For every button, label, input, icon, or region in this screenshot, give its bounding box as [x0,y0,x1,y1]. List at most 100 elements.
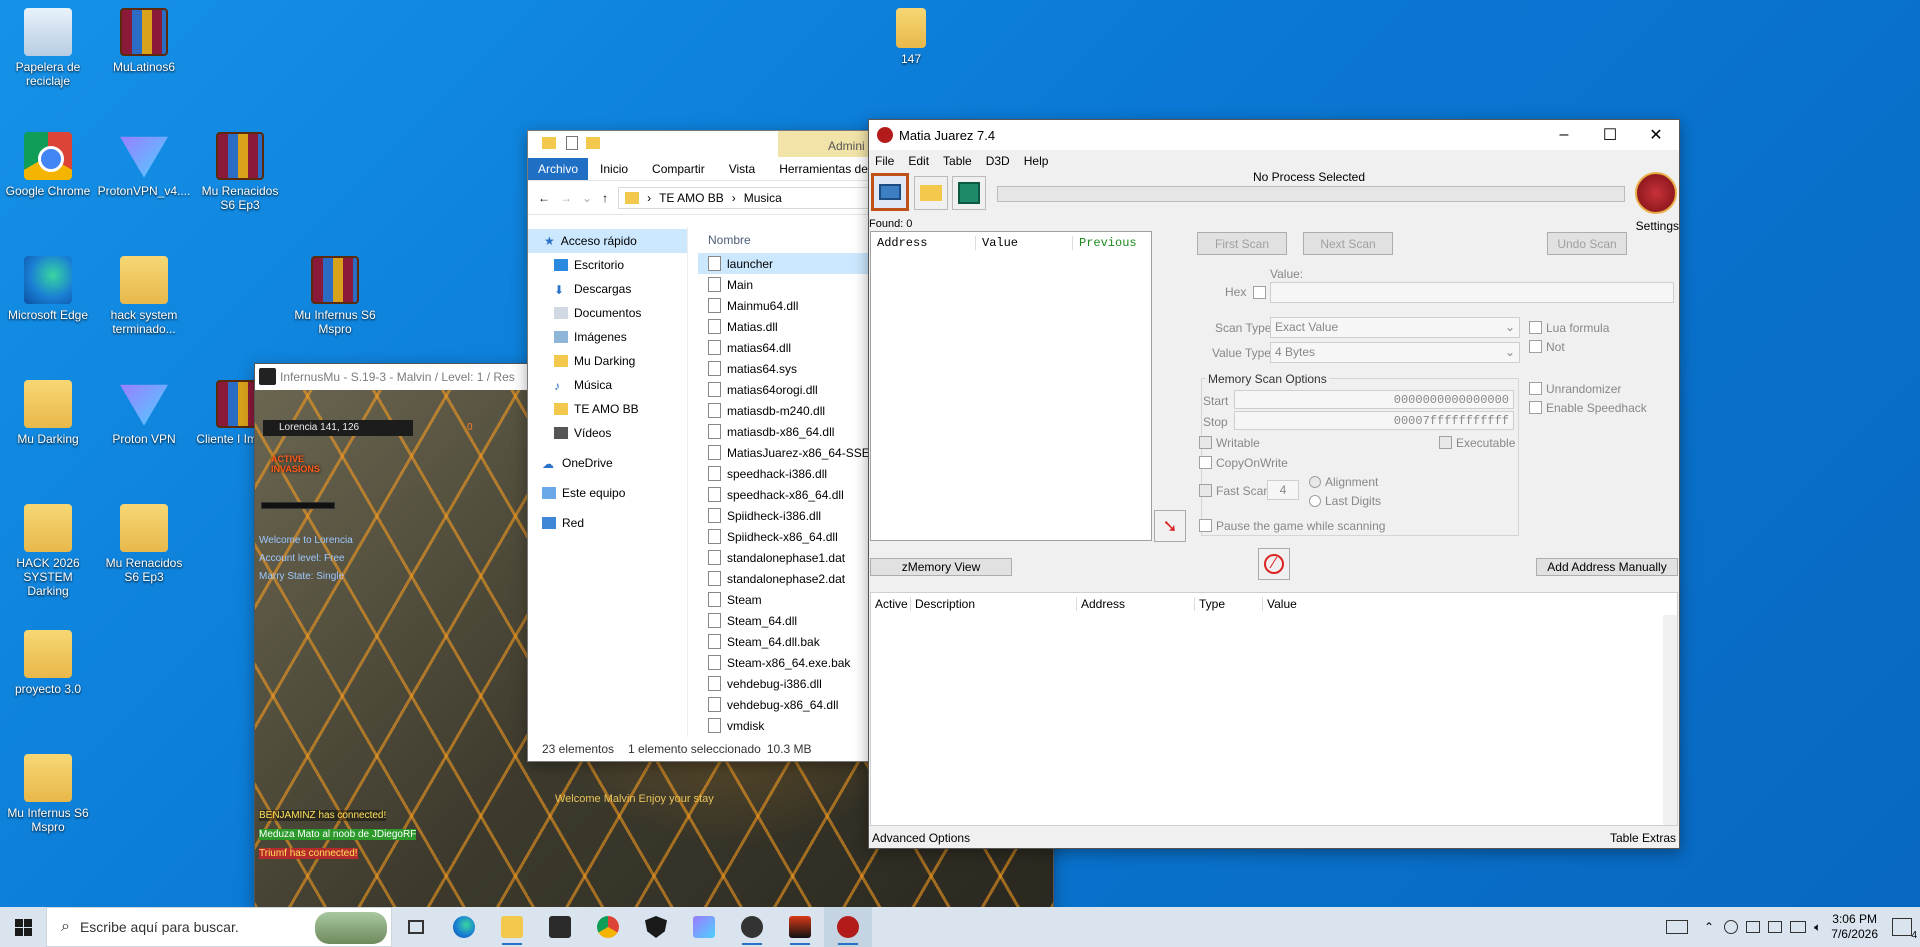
start-button[interactable] [0,907,46,947]
back-arrow-icon[interactable]: ← [538,191,550,205]
table-header-value[interactable]: Value [1263,597,1297,611]
volume-icon[interactable]: 🔈︎ [1814,920,1821,935]
taskbar-protonvpn[interactable] [680,907,728,947]
nav-item-musica[interactable]: ♪ Música [528,373,687,397]
fast-scan-checkbox[interactable] [1199,484,1212,497]
keyboard-icon[interactable] [1666,920,1689,934]
taskbar-mail[interactable] [536,907,584,947]
file-row[interactable]: speedhack-i386.dll [698,463,881,484]
column-header-name[interactable]: Nombre [698,227,881,253]
open-file-button[interactable] [914,176,948,210]
new-folder-icon[interactable] [586,137,600,149]
menu-file[interactable]: File [875,154,894,168]
game-event-badge[interactable]: ACTIVE INVASIONS [271,454,341,474]
list-header-previous[interactable]: Previous [1073,236,1137,250]
settings-label[interactable]: Settings [1636,219,1679,233]
list-header-address[interactable]: Address [871,236,976,250]
ribbon-tab-home[interactable]: Inicio [588,162,640,176]
file-row[interactable]: Mainmu64.dll [698,295,881,316]
taskbar-search-box[interactable]: ⌕ Escribe aquí para buscar. [46,907,392,947]
ribbon-tab-tools[interactable]: Herramientas de [767,162,880,176]
desktop-icon-proyecto[interactable]: proyecto 3.0 [1,630,95,696]
file-row[interactable]: vehdebug-i386.dll [698,673,881,694]
stop-scan-button[interactable]: ⁄ [1258,548,1290,580]
add-address-button[interactable]: Add Address Manually [1536,558,1678,576]
file-row[interactable]: Spiidheck-x86_64.dll [698,526,881,547]
tray-app-icon[interactable] [1768,921,1783,933]
taskbar-game[interactable] [728,907,776,947]
nav-item-documentos[interactable]: Documentos [528,301,687,325]
menu-edit[interactable]: Edit [908,154,929,168]
recent-chevron-icon[interactable]: ⌄ [582,191,592,205]
desktop-icon-mu-renacidos-rar[interactable]: Mu Renacidos S6 Ep3 [193,132,287,212]
file-explorer-window[interactable]: Archivo Inicio Compartir Vista Herramien… [527,130,884,762]
cheat-engine-window[interactable]: Matia Juarez 7.4 – ☐ ✕ File Edit Table D… [868,119,1680,849]
file-row[interactable]: matias64orogi.dll [698,379,881,400]
taskbar-cheat-engine[interactable] [824,907,872,947]
chevron-up-icon[interactable]: ⌃ [1704,920,1714,934]
desktop-icon-147[interactable]: 147 [864,8,958,66]
up-arrow-icon[interactable]: ↑ [602,191,608,205]
file-row[interactable]: vmdisk [698,715,881,736]
file-row[interactable]: Steam-x86_64.exe.bak [698,652,881,673]
not-checkbox[interactable] [1529,340,1542,353]
add-to-list-arrow-button[interactable]: ➘ [1154,510,1186,542]
address-bar[interactable]: › TE AMO BB › Musica [618,186,871,209]
table-header-description[interactable]: Description [911,597,1077,611]
file-row[interactable]: Steam_64.dll.bak [698,631,881,652]
breadcrumb-item[interactable]: TE AMO BB [659,191,724,205]
value-type-select[interactable]: 4 Bytes ⌄ [1270,342,1520,363]
ribbon-tab-share[interactable]: Compartir [640,162,717,176]
table-scrollbar[interactable] [1663,615,1677,825]
ce-titlebar[interactable]: Matia Juarez 7.4 – ☐ ✕ [869,120,1679,150]
speedhack-checkbox[interactable] [1529,401,1542,414]
forward-arrow-icon[interactable]: → [560,191,572,205]
table-extras-button[interactable]: Table Extras [1610,831,1676,845]
desktop-icon-recycle-bin[interactable]: Papelera de reciclaje [1,8,95,88]
taskbar-visual-studio[interactable] [776,907,824,947]
desktop-icon-mu-darking[interactable]: Mu Darking [1,380,95,446]
desktop-icon-hack-system[interactable]: hack system terminado... [97,256,191,336]
file-row[interactable]: launcher [698,253,881,274]
minimize-icon[interactable]: – [1541,120,1587,150]
file-row[interactable]: vehdebug-x86_64.dll [698,694,881,715]
file-row[interactable]: matias64.dll [698,337,881,358]
file-row[interactable]: Main [698,274,881,295]
desktop-icon-proton-vpn[interactable]: Proton VPN [97,380,191,446]
taskbar-chrome[interactable] [584,907,632,947]
nav-item-descargas[interactable]: ⬇ Descargas [528,277,687,301]
file-row[interactable]: standalonephase2.dat [698,568,881,589]
network-icon[interactable] [1790,921,1807,933]
nav-item-imagenes[interactable]: Imágenes [528,325,687,349]
nav-item-mu-darking[interactable]: Mu Darking [528,349,687,373]
maximize-icon[interactable]: ☐ [1587,120,1633,150]
hex-checkbox[interactable] [1253,286,1266,299]
tray-app-icon[interactable] [1746,921,1761,933]
taskbar-file-explorer[interactable] [488,907,536,947]
pause-game-checkbox[interactable] [1199,519,1212,532]
scan-type-select[interactable]: Exact Value ⌄ [1270,317,1520,338]
file-row[interactable]: matiasdb-x86_64.dll [698,421,881,442]
next-scan-button[interactable]: Next Scan [1303,232,1393,255]
notifications-icon[interactable]: 4 [1892,918,1917,941]
unrandomizer-checkbox[interactable] [1529,382,1542,395]
copyonwrite-checkbox[interactable] [1199,456,1212,469]
desktop-icon-mulatinos6[interactable]: MuLatinos6 [97,8,191,74]
memory-view-button[interactable]: zMemory View [870,558,1012,576]
file-row[interactable]: matiasdb-m240.dll [698,400,881,421]
undo-scan-button[interactable]: Undo Scan [1547,232,1627,255]
ribbon-tab-view[interactable]: Vista [717,162,767,176]
desktop-icon-mu-infernus-rar[interactable]: Mu Infernus S6 Mspro [288,256,382,336]
menu-d3d[interactable]: D3D [986,154,1010,168]
fast-scan-input[interactable]: 4 [1267,480,1299,500]
desktop-icon-protonvpn-installer[interactable]: ProtonVPN_v4.... [97,132,191,198]
nav-item-videos[interactable]: Vídeos [528,421,687,445]
file-row[interactable]: Spiidheck-i386.dll [698,505,881,526]
menu-table[interactable]: Table [943,154,972,168]
file-row[interactable]: Matias.dll [698,316,881,337]
tray-app-icon[interactable] [1724,920,1739,934]
lua-formula-checkbox[interactable] [1529,321,1542,334]
address-table[interactable]: Active Description Address Type Value [870,592,1678,826]
close-icon[interactable]: ✕ [1633,120,1679,150]
save-button[interactable] [952,176,986,210]
